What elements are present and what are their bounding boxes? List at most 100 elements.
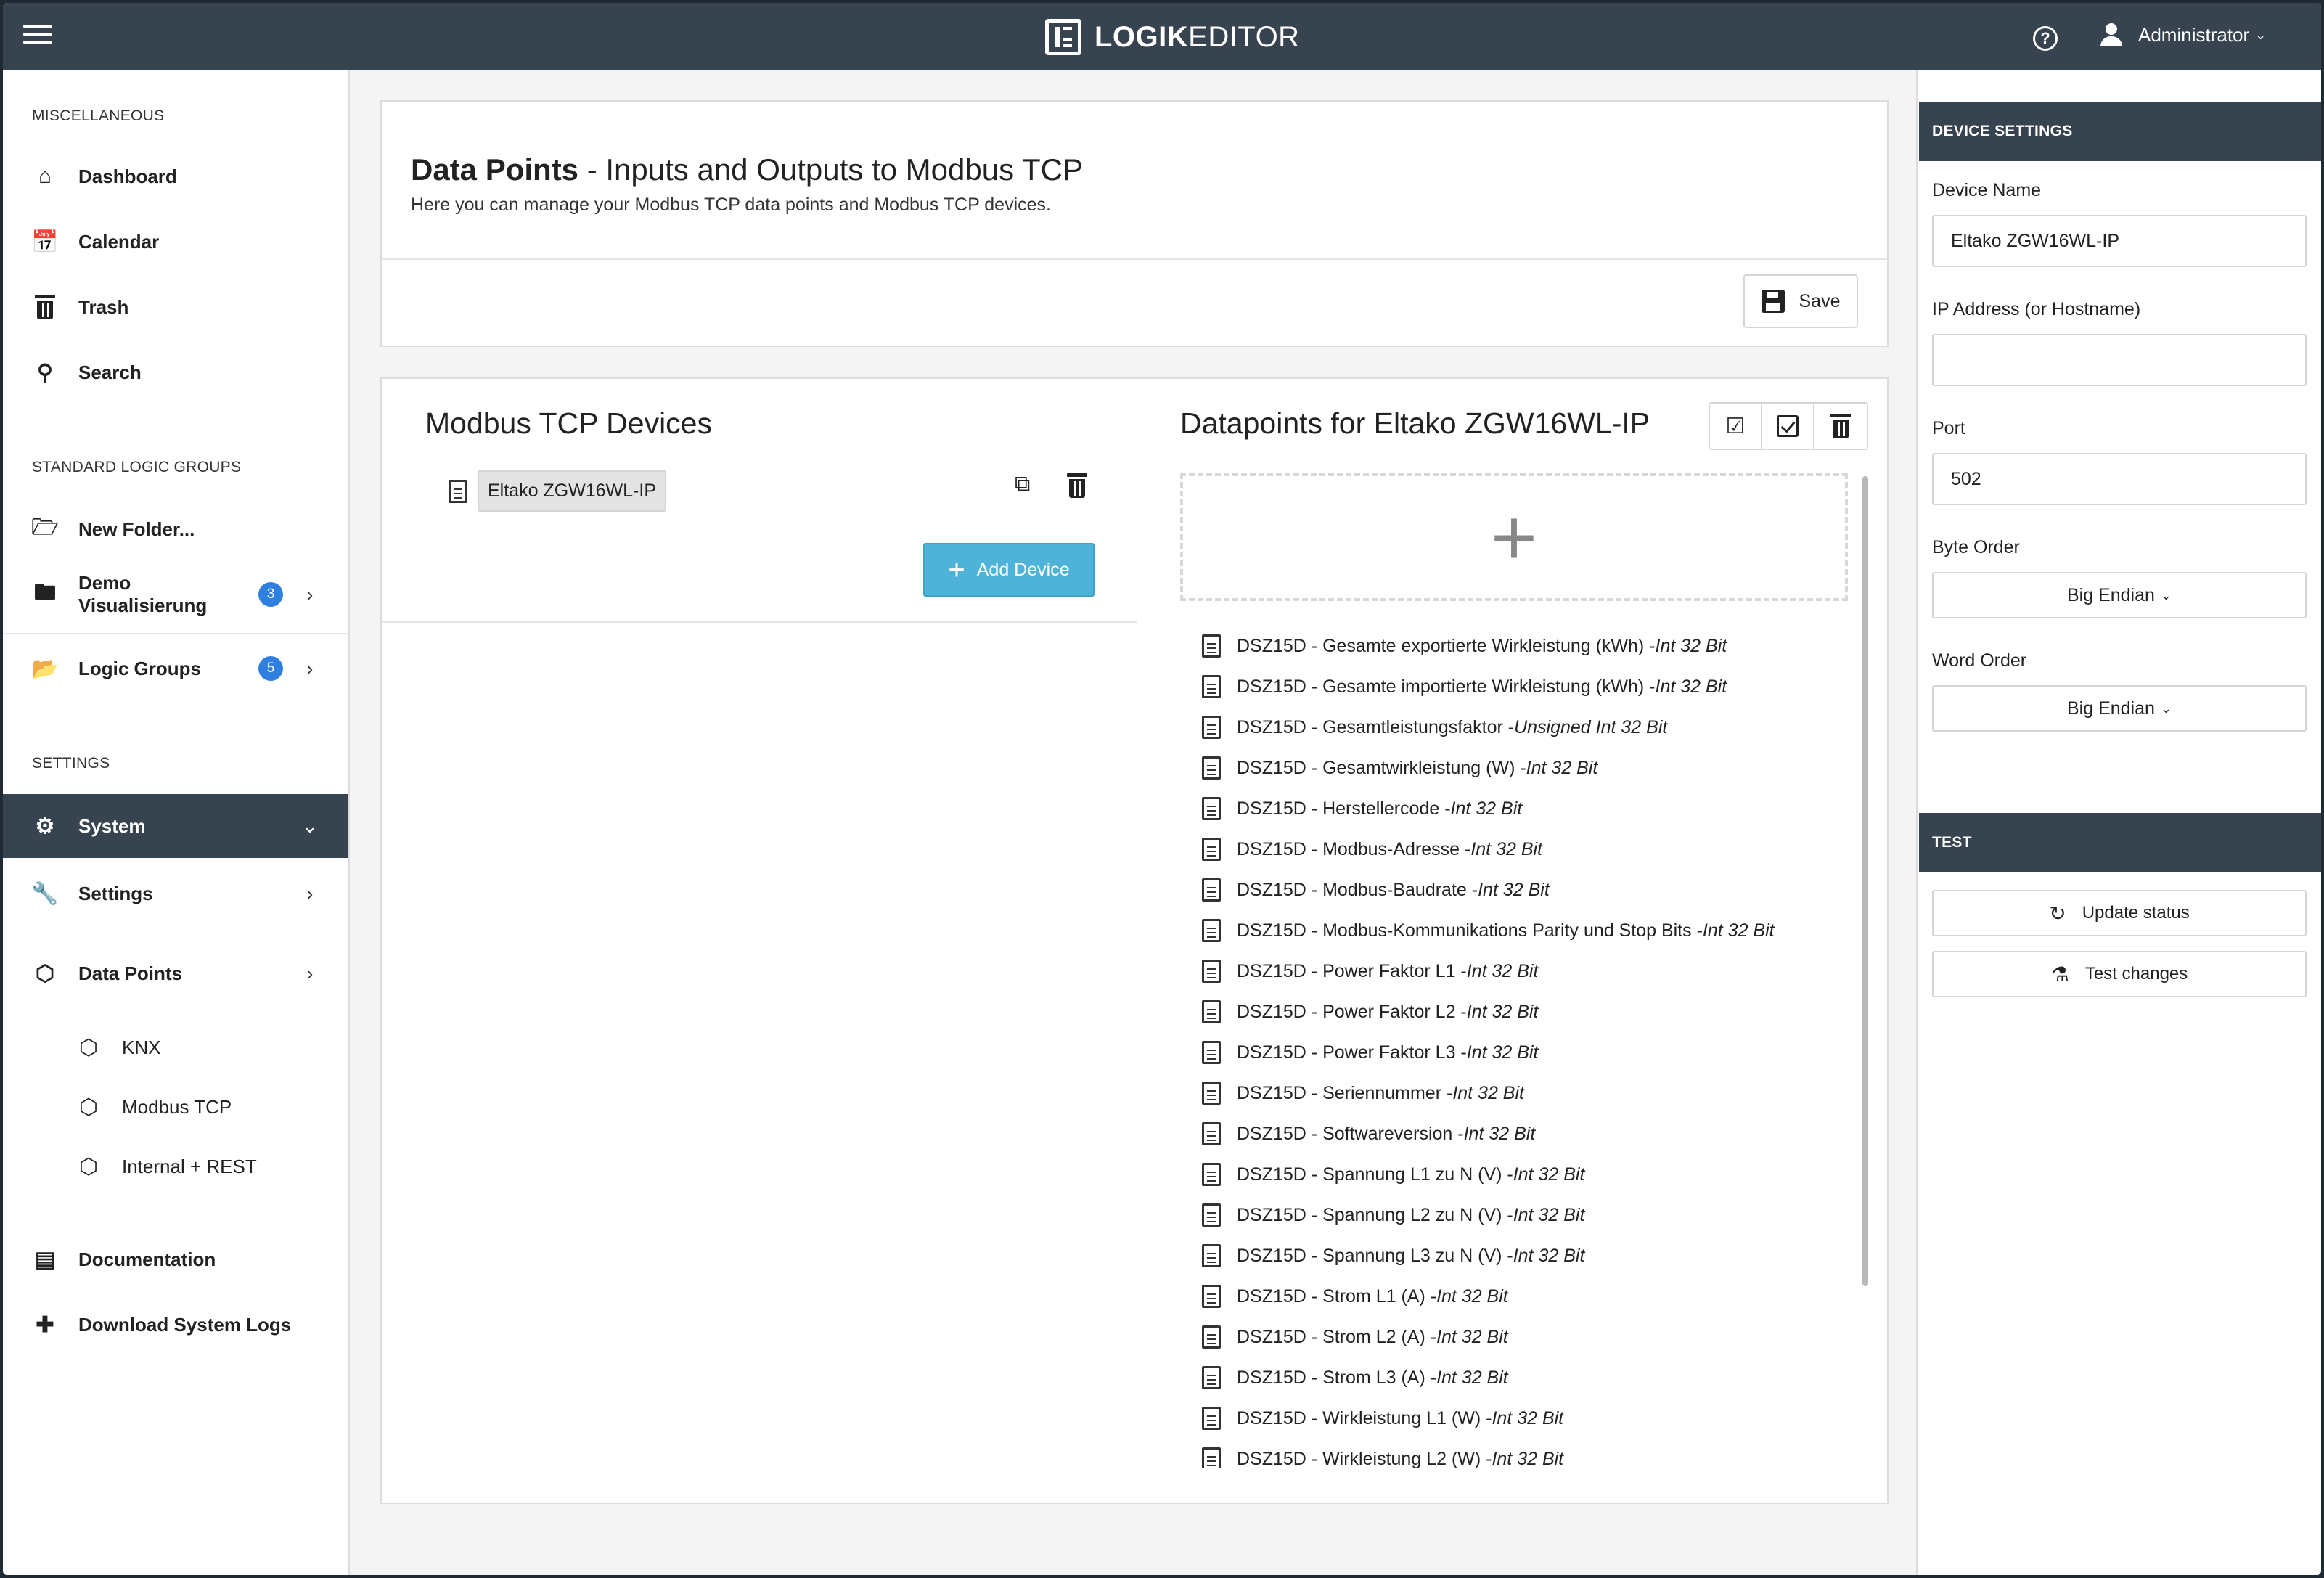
- datapoint-type: Int 32 Bit: [1492, 1407, 1564, 1428]
- floppy-icon: [1761, 290, 1785, 313]
- refresh-icon: ↻: [2049, 902, 2066, 925]
- datapoint-item[interactable]: DSZ15D - Seriennummer - Int 32 Bit: [1180, 1073, 1848, 1113]
- datapoint-type: Int 32 Bit: [1470, 838, 1542, 859]
- datapoint-item[interactable]: DSZ15D - Spannung L2 zu N (V) - Int 32 B…: [1180, 1195, 1848, 1235]
- datapoint-item[interactable]: DSZ15D - Strom L1 (A) - Int 32 Bit: [1180, 1276, 1848, 1317]
- document-icon: [1202, 1122, 1221, 1145]
- delete-button[interactable]: [1814, 404, 1867, 449]
- save-button[interactable]: Save: [1743, 274, 1858, 328]
- word-order-select[interactable]: Big Endian ⌄: [1932, 685, 2307, 732]
- datapoint-item[interactable]: DSZ15D - Spannung L3 zu N (V) - Int 32 B…: [1180, 1235, 1848, 1276]
- datapoint-item[interactable]: DSZ15D - Softwareversion - Int 32 Bit: [1180, 1113, 1848, 1154]
- user-icon: [2100, 23, 2122, 46]
- document-icon: [1202, 1203, 1221, 1227]
- divider: [3, 633, 348, 634]
- document-icon: [1202, 1366, 1221, 1389]
- datapoint-item[interactable]: DSZ15D - Gesamte importierte Wirkleistun…: [1180, 666, 1848, 707]
- divider: [382, 258, 1887, 260]
- sidebar-item-settings[interactable]: 🔧 Settings ›: [3, 864, 348, 923]
- copy-icon[interactable]: ⧉: [1015, 472, 1041, 498]
- sidebar-subitem-knx[interactable]: ⬡ KNX: [3, 1022, 348, 1073]
- word-order-label: Word Order: [1932, 650, 2027, 671]
- byte-order-label: Byte Order: [1932, 537, 2020, 557]
- datapoint-item[interactable]: DSZ15D - Gesamtwirkleistung (W) - Int 32…: [1180, 748, 1848, 788]
- sidebar-item-data-points[interactable]: ⬡ Data Points ›: [3, 944, 348, 1003]
- select-all-button[interactable]: ☑: [1710, 404, 1762, 449]
- menu-icon[interactable]: [23, 25, 52, 48]
- datapoint-item[interactable]: DSZ15D - Herstellercode - Int 32 Bit: [1180, 788, 1848, 829]
- cube-icon: ⬡: [35, 961, 55, 986]
- sidebar-subitem-internal-rest[interactable]: ⬡ Internal + REST: [3, 1141, 348, 1192]
- chevron-right-icon: ›: [306, 962, 314, 984]
- byte-order-select[interactable]: Big Endian ⌄: [1932, 572, 2307, 618]
- folder-plus-icon: 🗁: [31, 515, 59, 539]
- sidebar-item-logic-groups[interactable]: 📂 Logic Groups 5 ›: [3, 639, 348, 698]
- page-title: Data Points - Inputs and Outputs to Modb…: [411, 152, 1083, 187]
- app-window: LOGIKEDITOR ? Administrator ⌄ MISCELLANE…: [3, 3, 2321, 1575]
- datapoint-type: Int 32 Bit: [1655, 676, 1727, 697]
- datapoint-item[interactable]: DSZ15D - Modbus-Kommunikations Parity un…: [1180, 910, 1848, 951]
- check-button[interactable]: [1762, 404, 1814, 449]
- sidebar-item-documentation[interactable]: ▤ Documentation: [3, 1230, 348, 1289]
- datapoint-item[interactable]: DSZ15D - Wirkleistung L1 (W) - Int 32 Bi…: [1180, 1398, 1848, 1439]
- datapoint-item[interactable]: DSZ15D - Modbus-Baudrate - Int 32 Bit: [1180, 870, 1848, 910]
- section-title-logic: STANDARD LOGIC GROUPS: [32, 459, 242, 475]
- sidebar-item-new-folder[interactable]: 🗁 New Folder...: [3, 499, 348, 559]
- datapoint-name: DSZ15D - Modbus-Kommunikations Parity un…: [1237, 920, 1703, 941]
- datapoint-type: Int 32 Bit: [1436, 1285, 1508, 1307]
- device-item[interactable]: Eltako ZGW16WL-IP: [449, 470, 666, 512]
- brand-name: LOGIKEDITOR: [1095, 20, 1300, 53]
- document-icon: [449, 479, 467, 503]
- device-name-field[interactable]: Eltako ZGW16WL-IP: [1932, 215, 2307, 267]
- sidebar-item-demo-visualisierung[interactable]: 🖿 Demo Visualisierung 3 ›: [3, 565, 348, 624]
- datapoint-item[interactable]: DSZ15D - Spannung L1 zu N (V) - Int 32 B…: [1180, 1154, 1848, 1195]
- trash-icon[interactable]: [1065, 473, 1089, 498]
- datapoint-item[interactable]: DSZ15D - Power Faktor L2 - Int 32 Bit: [1180, 992, 1848, 1032]
- document-icon: [1202, 1325, 1221, 1349]
- datapoint-item[interactable]: DSZ15D - Gesamte exportierte Wirkleistun…: [1180, 626, 1848, 666]
- home-icon: ⌂: [38, 164, 52, 188]
- add-device-button[interactable]: + Add Device: [923, 543, 1095, 597]
- sidebar-item-trash[interactable]: Trash: [3, 277, 348, 337]
- sidebar-item-dashboard[interactable]: ⌂ Dashboard: [3, 147, 348, 206]
- add-datapoint-dropzone[interactable]: +: [1180, 473, 1848, 601]
- datapoint-item[interactable]: DSZ15D - Wirkleistung L2 (W) - Int 32 Bi…: [1180, 1439, 1848, 1468]
- section-title-settings: SETTINGS: [32, 755, 110, 772]
- device-name: Eltako ZGW16WL-IP: [478, 470, 666, 512]
- datapoint-item[interactable]: DSZ15D - Strom L3 (A) - Int 32 Bit: [1180, 1357, 1848, 1398]
- datapoint-item[interactable]: DSZ15D - Strom L2 (A) - Int 32 Bit: [1180, 1317, 1848, 1357]
- datapoint-name: DSZ15D - Power Faktor L2 -: [1237, 1001, 1467, 1022]
- user-name: Administrator: [2138, 23, 2250, 46]
- datapoint-item[interactable]: DSZ15D - Modbus-Adresse - Int 32 Bit: [1180, 829, 1848, 870]
- chevron-right-icon: ›: [306, 882, 314, 904]
- medkit-icon: ✚: [36, 1312, 54, 1337]
- datapoint-type: Int 32 Bit: [1513, 1164, 1585, 1185]
- datapoint-item[interactable]: DSZ15D - Power Faktor L1 - Int 32 Bit: [1180, 951, 1848, 992]
- chevron-down-icon: ⌄: [2255, 27, 2267, 42]
- datapoint-item[interactable]: DSZ15D - Power Faktor L3 - Int 32 Bit: [1180, 1032, 1848, 1073]
- document-icon: [1202, 675, 1221, 698]
- sidebar-subitem-modbus-tcp[interactable]: ⬡ Modbus TCP: [3, 1082, 348, 1132]
- update-status-button[interactable]: ↻ Update status: [1932, 890, 2307, 936]
- devices-panel: Modbus TCP Devices Eltako ZGW16WL-IP ⧉ +…: [382, 379, 1137, 623]
- datapoint-name: DSZ15D - Spannung L1 zu N (V) -: [1237, 1164, 1513, 1185]
- chevron-right-icon: ›: [306, 583, 314, 605]
- datapoint-name: DSZ15D - Power Faktor L3 -: [1237, 1042, 1467, 1063]
- sidebar-item-calendar[interactable]: 📅 Calendar: [3, 212, 348, 271]
- ip-address-field[interactable]: [1932, 334, 2307, 386]
- page-header-card: Data Points - Inputs and Outputs to Modb…: [380, 100, 1889, 347]
- datapoints-panel: Datapoints for Eltako ZGW16WL-IP ☑ + DSZ…: [1137, 379, 1889, 1468]
- sidebar-item-download-logs[interactable]: ✚ Download System Logs: [3, 1295, 348, 1354]
- scrollbar[interactable]: [1862, 476, 1868, 1286]
- test-changes-button[interactable]: ⚗ Test changes: [1932, 951, 2307, 997]
- section-title-misc: MISCELLANEOUS: [32, 107, 165, 124]
- sidebar-item-search[interactable]: ⚲ Search: [3, 343, 348, 402]
- datapoint-name: DSZ15D - Strom L3 (A) -: [1237, 1367, 1437, 1388]
- port-field[interactable]: 502: [1932, 453, 2307, 505]
- document-icon: [1202, 634, 1221, 658]
- datapoint-item[interactable]: DSZ15D - Gesamtleistungsfaktor - Unsigne…: [1180, 707, 1848, 748]
- sidebar-item-system[interactable]: ⚙ System ⌄: [3, 794, 348, 858]
- user-menu[interactable]: Administrator ⌄: [2100, 23, 2266, 46]
- help-icon[interactable]: ?: [2033, 26, 2058, 51]
- document-icon: [1202, 1000, 1221, 1023]
